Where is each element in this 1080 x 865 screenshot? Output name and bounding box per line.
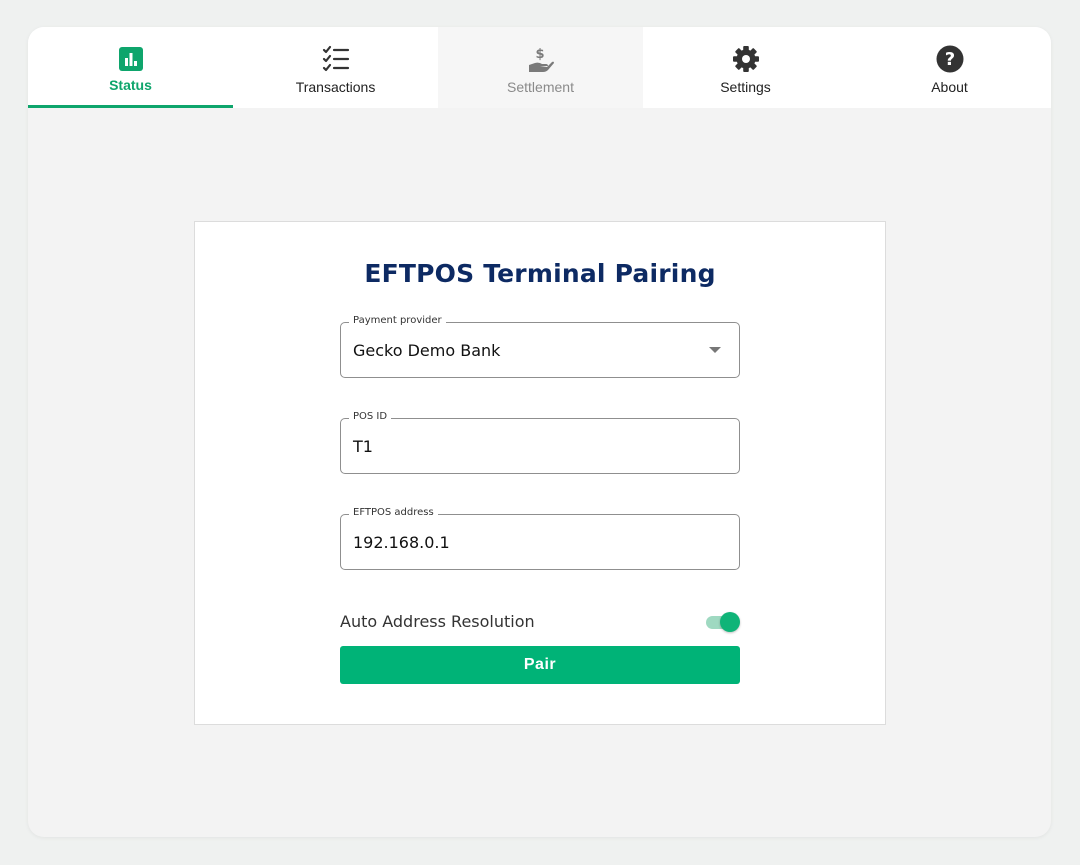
tab-settlement-label: Settlement <box>507 79 574 95</box>
payment-provider-value: Gecko Demo Bank <box>353 341 501 360</box>
toggle-thumb <box>720 612 740 632</box>
tab-status-label: Status <box>109 77 152 93</box>
pair-button[interactable]: Pair <box>340 646 740 684</box>
tab-about-label: About <box>931 79 968 95</box>
svg-text:?: ? <box>944 49 954 70</box>
checklist-icon <box>322 45 350 73</box>
app-window: Status Transactions $ Settlement Setting… <box>28 27 1051 837</box>
active-tab-indicator <box>28 105 233 108</box>
tab-settings[interactable]: Settings <box>643 27 848 108</box>
tab-transactions-label: Transactions <box>295 79 376 95</box>
bar-chart-icon <box>117 45 145 73</box>
auto-address-resolution-label: Auto Address Resolution <box>340 612 535 631</box>
eftpos-address-label: EFTPOS address <box>349 507 438 518</box>
pos-id-value: T1 <box>353 437 373 456</box>
hand-dollar-icon: $ <box>527 45 555 73</box>
tab-bar: Status Transactions $ Settlement Setting… <box>28 27 1051 108</box>
tab-transactions[interactable]: Transactions <box>233 27 438 108</box>
tab-settings-label: Settings <box>720 79 771 95</box>
page-title: EFTPOS Terminal Pairing <box>364 259 716 288</box>
gear-icon <box>732 45 760 73</box>
svg-text:$: $ <box>535 47 544 62</box>
help-circle-icon: ? <box>936 45 964 73</box>
payment-provider-label: Payment provider <box>349 315 446 326</box>
pos-id-field[interactable]: POS ID T1 <box>340 411 740 474</box>
eftpos-address-value: 192.168.0.1 <box>353 533 450 552</box>
tab-about[interactable]: ? About <box>848 27 1051 108</box>
pairing-card: EFTPOS Terminal Pairing Payment provider… <box>194 221 886 725</box>
pos-id-label: POS ID <box>349 411 392 422</box>
payment-provider-select[interactable]: Payment provider Gecko Demo Bank <box>340 315 740 378</box>
chevron-down-icon <box>709 347 721 353</box>
auto-address-resolution-toggle[interactable] <box>704 611 740 633</box>
tab-settlement[interactable]: $ Settlement <box>438 27 643 108</box>
auto-address-resolution-row: Auto Address Resolution <box>340 602 740 642</box>
eftpos-address-field[interactable]: EFTPOS address 192.168.0.1 <box>340 507 740 570</box>
tab-status[interactable]: Status <box>28 27 233 108</box>
